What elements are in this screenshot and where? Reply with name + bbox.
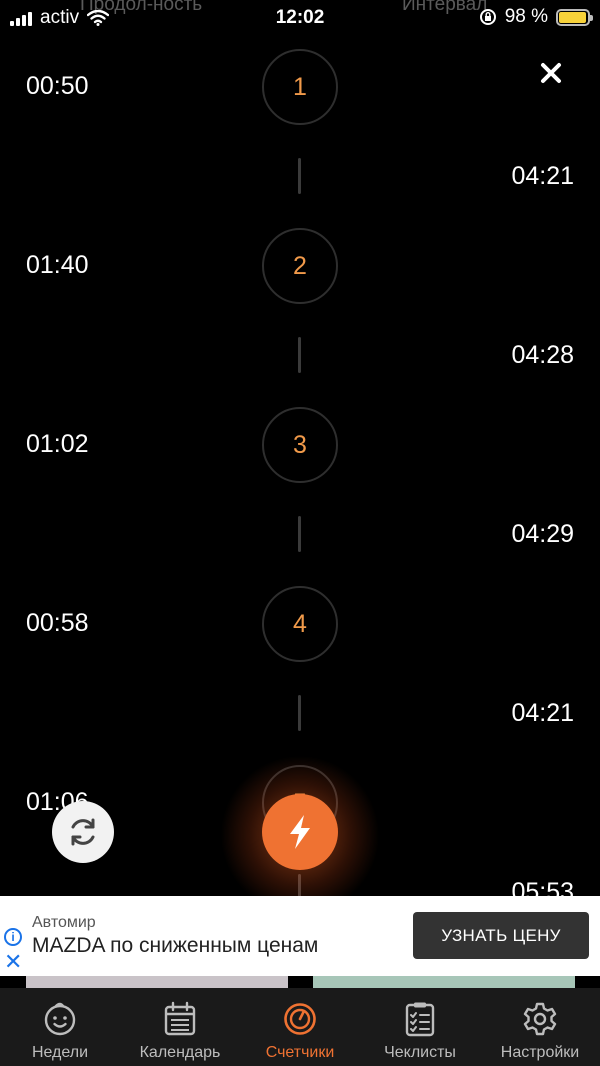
ad-banner[interactable]: i ✕ Автомир MAZDA по сниженным ценам УЗН… [0, 896, 600, 976]
timeline-divider [298, 337, 301, 373]
tab-calendar[interactable]: Календарь [120, 988, 240, 1066]
ad-cta-button[interactable]: УЗНАТЬ ЦЕНУ [413, 912, 589, 959]
ad-advertiser: Автомир [32, 914, 96, 931]
tab-counters[interactable]: Счетчики [240, 988, 360, 1066]
ad-image-right [313, 976, 575, 988]
lightning-icon [290, 815, 310, 849]
close-icon[interactable] [536, 58, 566, 88]
contraction-number[interactable]: 3 [262, 407, 338, 483]
tab-label: Счетчики [265, 1044, 335, 1061]
interval-value: 04:28 [511, 341, 574, 369]
contraction-number[interactable]: 4 [262, 586, 338, 662]
tab-settings[interactable]: Настройки [480, 988, 600, 1066]
contraction-number[interactable]: 1 [262, 49, 338, 125]
ad-image-left [26, 976, 288, 988]
battery-icon [556, 8, 593, 26]
rotation-lock-icon [479, 9, 496, 25]
tab-bar: Недели Календарь Счетчики Чеклисты Настр… [0, 988, 600, 1066]
calendar-icon [164, 1001, 196, 1036]
duration-value: 01:40 [26, 251, 89, 279]
timeline-divider [298, 158, 301, 194]
interval-value: 04:21 [511, 162, 574, 190]
status-right: 98 % [479, 6, 593, 28]
tab-label: Настройки [500, 1044, 580, 1061]
tab-label: Недели [31, 1044, 89, 1061]
status-bar: Продол-ность Интервал activ 12:02 98 % [0, 0, 600, 36]
duration-value: 01:02 [26, 430, 89, 458]
contraction-number[interactable]: 2 [262, 228, 338, 304]
tab-weeks[interactable]: Недели [0, 988, 120, 1066]
refresh-icon [71, 818, 95, 846]
start-contraction-button[interactable] [262, 794, 338, 870]
tab-label: Календарь [139, 1044, 221, 1061]
duration-value: 00:58 [26, 609, 89, 637]
tab-label: Чеклисты [384, 1044, 456, 1061]
timeline-divider [298, 695, 301, 731]
ad-headline: MAZDA по сниженным ценам [32, 934, 319, 957]
ad-close-icon[interactable]: ✕ [4, 951, 22, 973]
baby-face-icon [44, 1002, 76, 1036]
interval-value: 04:21 [511, 699, 574, 727]
checklist-icon [405, 1002, 435, 1037]
gear-icon [523, 1002, 557, 1036]
reset-button[interactable] [52, 801, 114, 863]
stopwatch-icon [284, 1003, 316, 1035]
tab-checklists[interactable]: Чеклисты [360, 988, 480, 1066]
duration-value: 00:50 [26, 72, 89, 100]
interval-value: 04:29 [511, 520, 574, 548]
timeline-divider [298, 516, 301, 552]
ad-info-icon[interactable]: i [4, 928, 22, 946]
battery-percent: 98 % [504, 6, 548, 27]
